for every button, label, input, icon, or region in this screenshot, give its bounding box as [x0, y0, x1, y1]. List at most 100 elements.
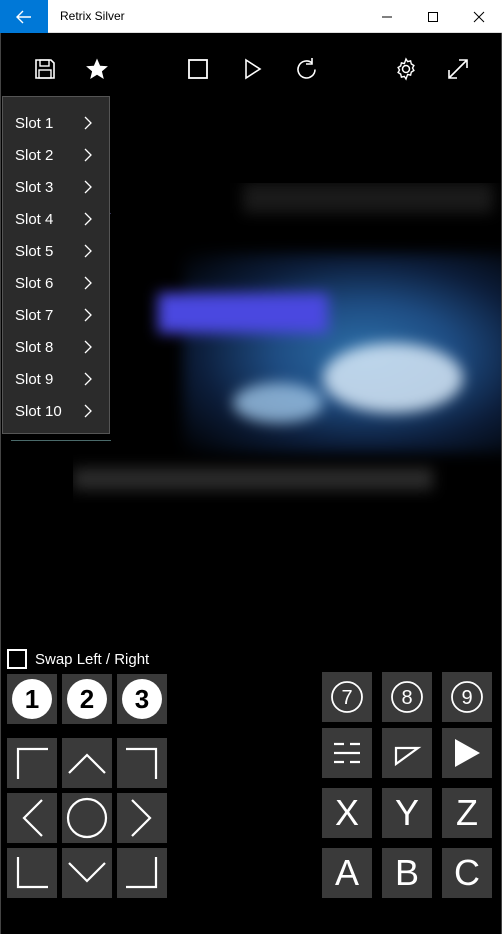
button-9[interactable]: 9	[442, 672, 492, 722]
slot-item-label: Slot 1	[15, 114, 54, 132]
fullscreen-button[interactable]	[442, 53, 474, 85]
svg-text:3: 3	[135, 684, 149, 714]
game-screen	[73, 183, 501, 503]
slot-item-label: Slot 4	[15, 210, 54, 228]
dpad-center-button[interactable]	[62, 793, 112, 843]
play-button[interactable]	[237, 53, 269, 85]
slot-item-label: Slot 8	[15, 338, 54, 356]
slot-item-label: Slot 2	[15, 146, 54, 164]
swap-label: Swap Left / Right	[35, 650, 150, 668]
corner-up-right-icon	[126, 747, 158, 779]
slot-item-6[interactable]: Slot 6	[3, 267, 109, 299]
slot-item-8[interactable]: Slot 8	[3, 331, 109, 363]
dpad-up-left-button[interactable]	[7, 738, 57, 788]
dpad-left-button[interactable]	[7, 793, 57, 843]
chevron-right-icon	[84, 116, 92, 130]
minimize-button[interactable]	[364, 0, 410, 33]
chevron-right-icon	[84, 148, 92, 162]
settings-button[interactable]	[390, 53, 422, 85]
settings-icon	[397, 57, 415, 81]
circled-number-8-icon: 8	[391, 681, 423, 713]
corner-up-left-icon	[16, 747, 48, 779]
slot-item-label: Slot 9	[15, 370, 54, 388]
button-1[interactable]: 1	[7, 674, 57, 724]
mode-icon	[334, 742, 360, 764]
slot-item-9[interactable]: Slot 9	[3, 363, 109, 395]
dpad-up-button[interactable]	[62, 738, 112, 788]
chevron-up-icon	[68, 753, 106, 774]
chevron-right-icon	[84, 308, 92, 322]
title-bar: Retrix Silver	[0, 0, 502, 33]
corner-down-left-icon	[16, 857, 48, 889]
close-button[interactable]	[456, 0, 502, 33]
circled-number-9-icon: 9	[451, 681, 483, 713]
svg-text:7: 7	[341, 687, 352, 709]
circled-number-1-icon: 1	[12, 679, 52, 719]
button-7[interactable]: 7	[322, 672, 372, 722]
select-button[interactable]	[382, 728, 432, 778]
button-c[interactable]: C	[442, 848, 492, 898]
save-icon	[35, 59, 55, 79]
svg-text:2: 2	[80, 684, 94, 714]
button-y[interactable]: Y	[382, 788, 432, 838]
chevron-right-icon	[84, 276, 92, 290]
save-state-button[interactable]	[29, 53, 61, 85]
chevron-down-icon	[68, 862, 106, 883]
favorite-button[interactable]	[81, 53, 113, 85]
back-arrow-icon	[16, 10, 31, 23]
swap-left-right-option[interactable]: Swap Left / Right	[7, 649, 149, 669]
slot-item-2[interactable]: Slot 2	[3, 139, 109, 171]
dpad-down-left-button[interactable]	[7, 848, 57, 898]
stop-icon	[188, 59, 208, 79]
slot-item-5[interactable]: Slot 5	[3, 235, 109, 267]
slot-item-1[interactable]: Slot 1	[3, 107, 109, 139]
slot-item-label: Slot 5	[15, 242, 54, 260]
button-2[interactable]: 2	[62, 674, 112, 724]
dpad-up-right-button[interactable]	[117, 738, 167, 788]
slot-item-7[interactable]: Slot 7	[3, 299, 109, 331]
button-8[interactable]: 8	[382, 672, 432, 722]
fullscreen-icon	[448, 59, 468, 79]
stop-button[interactable]	[182, 53, 214, 85]
star-icon	[86, 58, 108, 79]
slot-item-4[interactable]: Slot 4	[3, 203, 109, 235]
chevron-right-icon	[84, 372, 92, 386]
maximize-icon	[428, 11, 438, 22]
play-icon	[245, 58, 262, 80]
chevron-right-icon	[84, 340, 92, 354]
slot-item-3[interactable]: Slot 3	[3, 171, 109, 203]
chevron-left-icon	[22, 799, 43, 837]
slot-item-label: Slot 3	[15, 178, 54, 196]
minimize-icon	[382, 16, 392, 17]
back-button[interactable]	[0, 0, 48, 33]
button-b[interactable]: B	[382, 848, 432, 898]
svg-text:8: 8	[401, 687, 412, 709]
dpad-right-button[interactable]	[117, 793, 167, 843]
svg-text:1: 1	[25, 684, 39, 714]
button-a[interactable]: A	[322, 848, 372, 898]
circle-icon	[66, 797, 108, 839]
swap-checkbox[interactable]	[7, 649, 27, 669]
close-icon	[473, 11, 485, 22]
circled-number-7-icon: 7	[331, 681, 363, 713]
button-3[interactable]: 3	[117, 674, 167, 724]
chevron-right-icon	[131, 799, 152, 837]
slot-item-label: Slot 10	[15, 402, 62, 420]
button-x[interactable]: X	[322, 788, 372, 838]
svg-text:9: 9	[461, 687, 472, 709]
maximize-button[interactable]	[410, 0, 456, 33]
dpad-down-button[interactable]	[62, 848, 112, 898]
dpad-down-right-button[interactable]	[117, 848, 167, 898]
slot-item-10[interactable]: Slot 10	[3, 395, 109, 427]
chevron-right-icon	[84, 212, 92, 226]
mode-button[interactable]	[322, 728, 372, 778]
reset-button[interactable]	[290, 53, 322, 85]
circled-number-2-icon: 2	[67, 679, 107, 719]
button-z[interactable]: Z	[442, 788, 492, 838]
start-button[interactable]	[442, 728, 492, 778]
corner-down-right-icon	[126, 857, 158, 889]
chevron-right-icon	[84, 404, 92, 418]
chevron-right-icon	[84, 180, 92, 194]
slot-item-label: Slot 6	[15, 274, 54, 292]
chevron-right-icon	[84, 244, 92, 258]
